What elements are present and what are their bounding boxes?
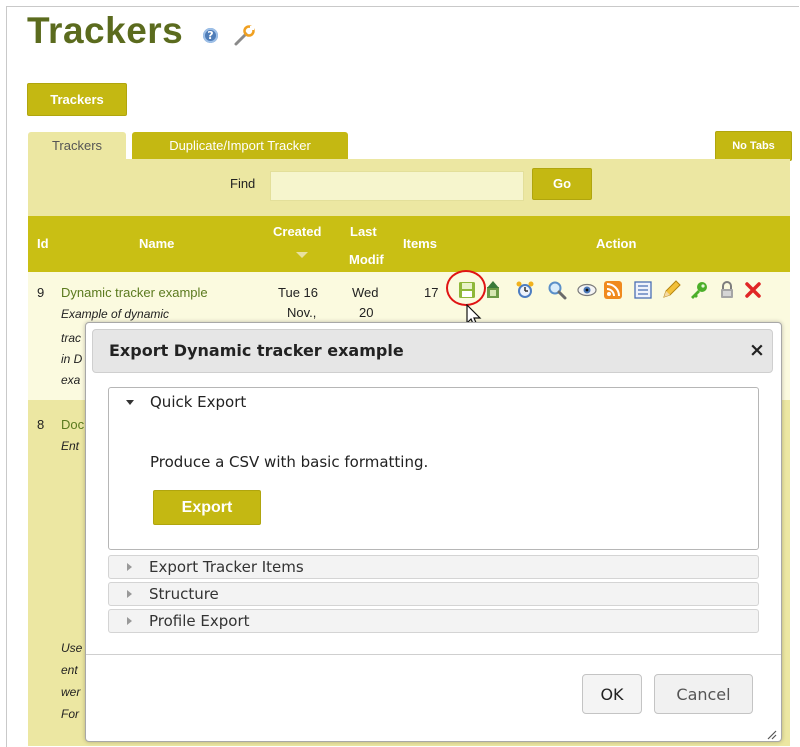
find-label: Find	[230, 176, 256, 191]
accordion-header-quick-export[interactable]: Quick Export	[150, 393, 246, 411]
tab-trackers[interactable]: Trackers	[28, 132, 126, 159]
save-icon-highlight	[446, 270, 486, 306]
alarm-icon[interactable]	[515, 280, 535, 300]
accordion-quick-export: Quick Export Produce a CSV with basic fo…	[108, 387, 759, 550]
tracker-description-line: ent	[61, 663, 78, 677]
row-id: 9	[37, 285, 45, 300]
accordion-profile-export[interactable]: Profile Export	[108, 609, 759, 633]
rss-icon[interactable]	[603, 280, 623, 300]
tracker-description-line: trac	[61, 331, 82, 345]
view-icon[interactable]	[577, 280, 597, 300]
sort-descending-icon[interactable]	[296, 252, 308, 258]
lock-icon[interactable]	[717, 280, 737, 300]
tracker-description-line: For	[61, 707, 79, 721]
header-name[interactable]: Name	[139, 236, 174, 251]
accordion-header-label: Structure	[149, 585, 219, 603]
tab-duplicate-import[interactable]: Duplicate/Import Tracker	[132, 132, 348, 159]
chevron-right-icon	[127, 617, 132, 625]
accordion-structure[interactable]: Structure	[108, 582, 759, 606]
tracker-description: Example of dynamic	[61, 307, 170, 321]
header-action: Action	[596, 236, 637, 251]
chevron-right-icon	[127, 590, 132, 598]
accordion-header-label: Profile Export	[149, 612, 250, 630]
chevron-down-icon[interactable]	[126, 400, 134, 405]
go-button[interactable]: Go	[532, 168, 592, 200]
action-icons	[453, 280, 793, 304]
tracker-description-line: exa	[61, 373, 81, 387]
find-input[interactable]	[270, 171, 524, 201]
cancel-button[interactable]: Cancel	[654, 674, 753, 714]
tracker-name-link[interactable]: Doc	[61, 417, 84, 432]
wrench-icon[interactable]	[232, 25, 258, 47]
created-date-line2: Nov.,	[287, 305, 317, 320]
export-button[interactable]: Export	[153, 490, 261, 525]
delete-icon[interactable]	[743, 280, 763, 300]
permissions-key-icon[interactable]	[689, 280, 709, 300]
modified-date-line2: 20	[359, 305, 374, 320]
help-icon[interactable]: ?	[203, 28, 218, 43]
tracker-description: Ent	[61, 439, 80, 453]
header-created[interactable]: Created	[273, 224, 321, 239]
ok-button[interactable]: OK	[582, 674, 642, 714]
export-dialog: Export Dynamic tracker example × Quick E…	[85, 322, 782, 742]
header-last-modif-line2: Modif	[349, 252, 384, 267]
export-icon[interactable]	[483, 280, 503, 300]
resize-grip-icon[interactable]	[765, 725, 777, 740]
edit-icon[interactable]	[661, 280, 681, 300]
tracker-description-line: Use	[61, 641, 83, 655]
trackers-button[interactable]: Trackers	[27, 83, 127, 116]
no-tabs-button[interactable]: No Tabs	[715, 131, 792, 161]
header-id[interactable]: Id	[37, 236, 49, 251]
items-count: 17	[424, 285, 439, 300]
list-icon[interactable]	[633, 280, 653, 300]
quick-export-description: Produce a CSV with basic formatting.	[150, 453, 429, 471]
dialog-divider	[86, 654, 781, 655]
search-icon[interactable]	[547, 280, 567, 300]
created-date: Tue 16	[278, 285, 318, 300]
header-items[interactable]: Items	[403, 236, 437, 251]
tracker-description-line: wer	[61, 685, 81, 699]
dialog-title: Export Dynamic tracker example	[109, 341, 404, 360]
accordion-header-label: Export Tracker Items	[149, 558, 304, 576]
close-icon[interactable]: ×	[749, 339, 765, 361]
accordion-export-tracker-items[interactable]: Export Tracker Items	[108, 555, 759, 579]
row-id: 8	[37, 417, 45, 432]
dialog-titlebar[interactable]: Export Dynamic tracker example ×	[92, 329, 773, 373]
tracker-description-line: in D	[61, 352, 83, 366]
modified-date: Wed	[352, 285, 379, 300]
header-last-modif[interactable]: Last	[350, 224, 377, 239]
tracker-name-link[interactable]: Dynamic tracker example	[61, 285, 208, 300]
chevron-right-icon	[127, 563, 132, 571]
page-title: Trackers	[27, 10, 184, 51]
